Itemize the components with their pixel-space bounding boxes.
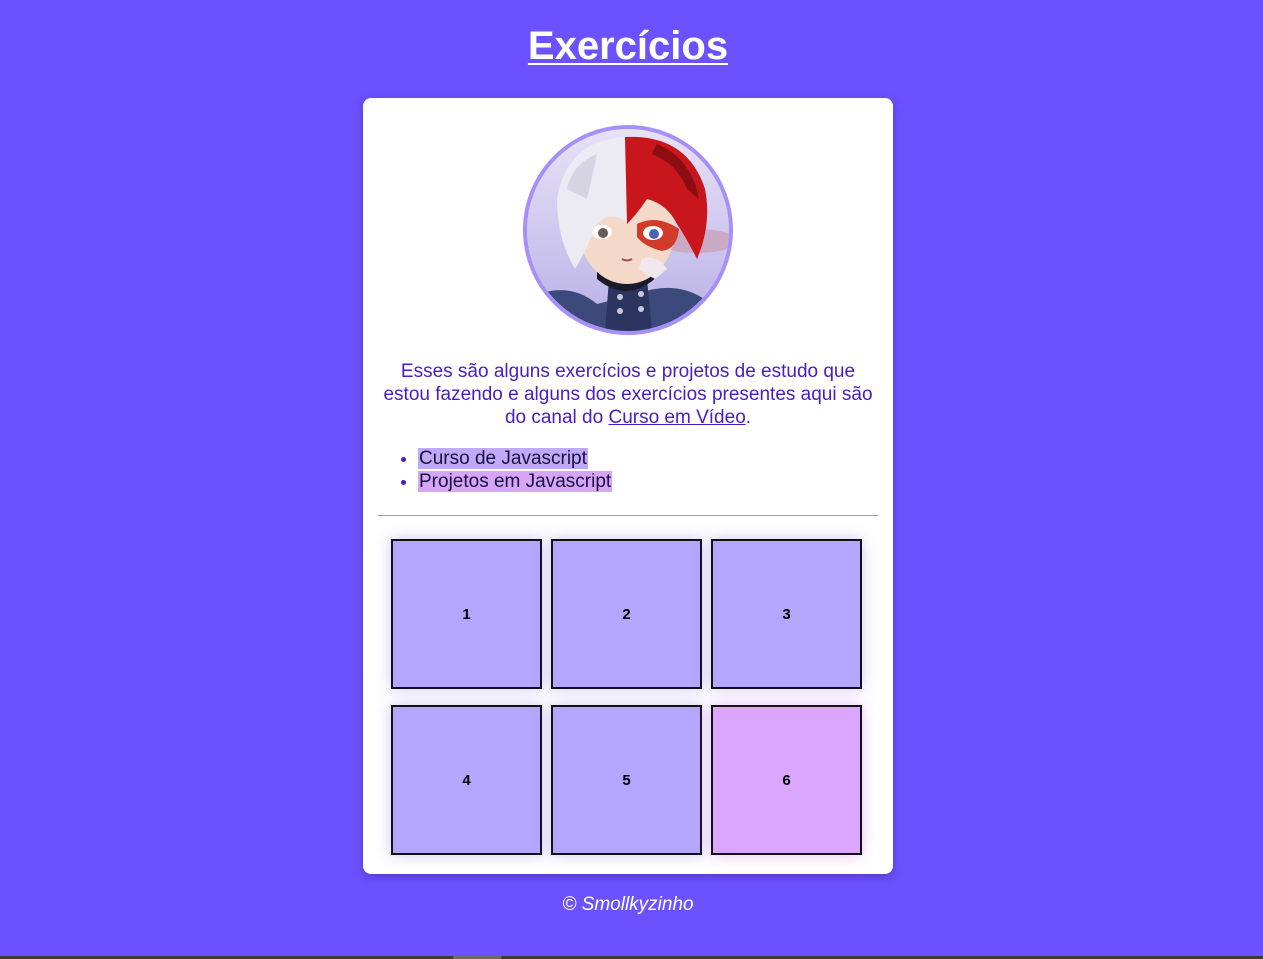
intro-text-after: . — [745, 407, 752, 428]
intro-text: Esses são alguns exercícios e projetos d… — [383, 360, 873, 429]
exercise-tile-1[interactable]: 1 — [391, 539, 542, 689]
list-item: Curso de Javascript — [418, 447, 612, 470]
exercise-tile-5[interactable]: 5 — [551, 705, 702, 855]
divider — [378, 515, 878, 516]
course-link-javascript[interactable]: Curso de Javascript — [418, 448, 588, 469]
exercise-tile-2[interactable]: 2 — [551, 539, 702, 689]
course-list: Curso de Javascript Projetos em Javascri… — [383, 447, 613, 493]
curso-em-video-link[interactable]: Curso em Vídeo — [608, 407, 745, 428]
list-item: Projetos em Javascript — [418, 470, 613, 493]
footer-credit: © Smollkyzinho — [562, 894, 694, 915]
main-card: Esses são alguns exercícios e projetos d… — [363, 98, 893, 874]
exercise-tile-4[interactable]: 4 — [391, 705, 542, 855]
exercise-grid: 1 2 3 4 5 6 — [391, 539, 865, 859]
page-title: Exercícios — [527, 24, 729, 68]
avatar — [523, 125, 733, 335]
avatar-image — [527, 129, 729, 331]
exercise-tile-3[interactable]: 3 — [711, 539, 862, 689]
exercise-tile-6[interactable]: 6 — [711, 705, 862, 855]
course-link-projetos[interactable]: Projetos em Javascript — [418, 471, 613, 492]
